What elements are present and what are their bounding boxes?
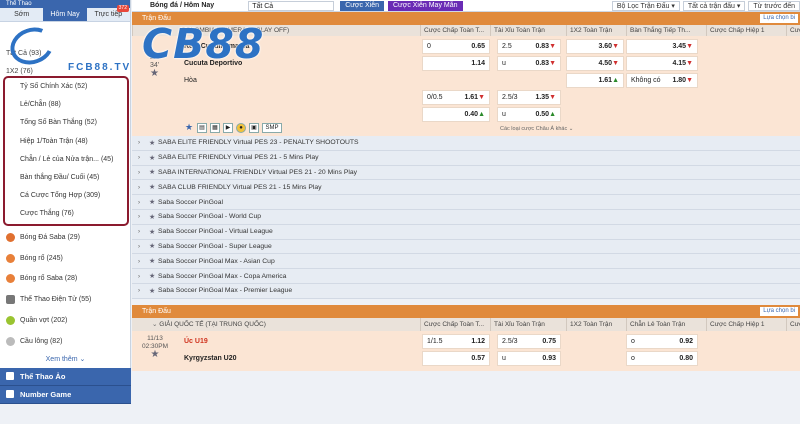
category-label: Number Game: [20, 389, 72, 399]
bet-type-item[interactable]: Lẻ/Chẵn (88): [5, 96, 127, 114]
sidebar-tabs: Sớm Hôm Nay Trực tiếp 372: [0, 5, 130, 22]
page-title: Bóng đá / Hôm Nay: [150, 2, 215, 9]
virtual-sports-icon: [6, 372, 14, 381]
tab-early[interactable]: Sớm: [0, 8, 43, 21]
sport-item-badminton[interactable]: Cầu lông (82): [0, 331, 131, 352]
category-virtual-sports[interactable]: Thể Thao Ảo: [0, 367, 131, 386]
gamepad-icon: [6, 295, 15, 305]
sport-item-saba-soccer[interactable]: Bóng Đá Saba (29): [0, 227, 131, 248]
tab-live[interactable]: Trực tiếp 372: [87, 5, 130, 21]
match-filter-select[interactable]: Bộ Lọc Trận Đấu ▾: [611, 0, 680, 11]
bet-type-item[interactable]: Cược Thắng (76): [5, 205, 127, 223]
sport-item-esports[interactable]: Thể Thao Điện Tử (55): [0, 289, 131, 310]
basketball-icon: [6, 253, 15, 263]
bet-type-item[interactable]: Cá Cược Tổng Hợp (309): [5, 187, 127, 205]
bet-type-item[interactable]: Tỷ Số Chính Xác (52): [5, 78, 127, 96]
bet-type-item[interactable]: Hiệp 1/Toàn Trận (48): [5, 133, 127, 151]
bet-slip-button[interactable]: Cược Xiên: [340, 0, 384, 11]
saba-basketball-icon: [6, 274, 15, 284]
bet-type-item[interactable]: Chẵn / Lẻ của Nửa trận... (45): [5, 151, 127, 169]
tennis-ball-icon: [6, 316, 15, 326]
sport-label: Bóng rổ Saba (28): [20, 275, 78, 283]
filter-select[interactable]: Tất Cả: [248, 0, 335, 11]
sport-label: Quần vợt (202): [20, 317, 68, 325]
saba-soccer-icon: [6, 232, 15, 242]
shuttlecock-icon: [6, 336, 15, 346]
live-count-badge: 372: [116, 5, 129, 12]
sport-label: Thể Thao Điện Tử (55): [20, 296, 92, 304]
sport-item-tennis[interactable]: Quần vợt (202): [0, 310, 131, 331]
sidebar-header: Thể Thao: [0, 0, 130, 8]
sort-select[interactable]: Từ trước đến: [748, 0, 800, 11]
lucky-slip-button[interactable]: Cược Xiên May Mắn: [387, 0, 463, 11]
sport-label: Bóng Đá Saba (29): [20, 233, 80, 241]
all-matches-select[interactable]: Tất cả trận đấu ▾: [682, 0, 746, 11]
sport-item-basketball[interactable]: Bóng rổ (245): [0, 248, 131, 269]
tab-live-label: Trực tiếp: [94, 11, 123, 18]
logo-arc: [5, 21, 59, 71]
bet-type-item[interactable]: Bàn thắng Đầu/ Cuối (45): [5, 169, 127, 187]
bet-type-list-highlight: Tỷ Số Chính Xác (52) Lẻ/Chẵn (88) Tổng S…: [3, 76, 129, 226]
logo-sub: FCB88.TV: [68, 62, 132, 73]
category-number-game[interactable]: Number Game: [0, 385, 131, 404]
toolbar-right: Bộ Lọc Trận Đấu ▾ Tất cả trận đấu ▾ Từ t…: [609, 0, 800, 11]
sport-item-saba-basketball[interactable]: Bóng rổ Saba (28): [0, 269, 131, 290]
logo-main: CB88: [142, 20, 265, 68]
see-more-link[interactable]: Xem thêm ⌄: [0, 352, 131, 368]
sport-label: Cầu lông (82): [20, 337, 63, 345]
fcb88-logo: CB88 FCB88.TV: [5, 21, 263, 76]
select-bets-button[interactable]: Lựa chọn bi: [760, 14, 798, 23]
sport-label: Bóng rổ (245): [20, 254, 63, 262]
bet-type-item[interactable]: Tổng Số Bàn Thắng (52): [5, 114, 127, 132]
tab-today[interactable]: Hôm Nay: [43, 8, 87, 21]
category-label: Thể Thao Ảo: [20, 371, 66, 381]
number-game-icon: [6, 390, 14, 399]
sports-list: Bóng Đá Saba (29) Bóng rổ (245) Bóng rổ …: [0, 227, 131, 404]
toolbar: Bóng đá / Hôm Nay Tất Cả Cược Xiên Cược …: [132, 0, 800, 12]
